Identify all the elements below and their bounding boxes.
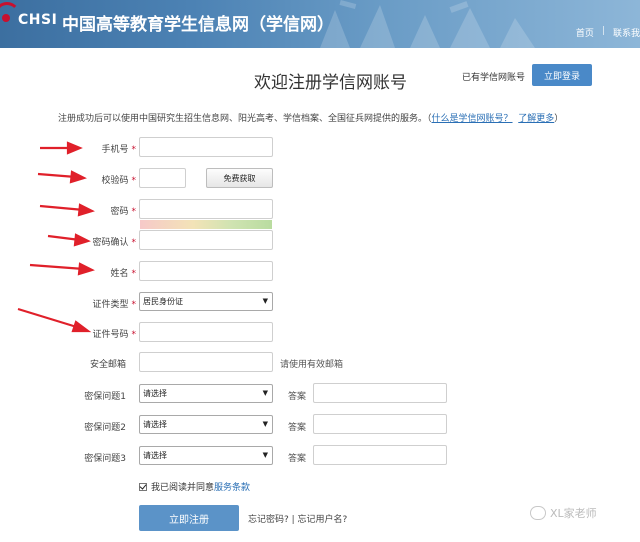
phone-input[interactable] [139, 137, 273, 157]
site-title: 中国高等教育学生信息网（学信网） [62, 15, 334, 35]
answer-1-label: 答案 [288, 392, 307, 402]
nav-home-link[interactable]: 首页 [576, 26, 594, 39]
name-input[interactable] [139, 261, 273, 281]
dropdown-arrow-icon: ▼ [262, 389, 268, 397]
dropdown-arrow-icon: ▼ [262, 451, 268, 459]
watermark: XL家老师 [530, 505, 597, 521]
phone-label-text: 手机号 [101, 145, 129, 155]
id-type-label-text: 证件类型 [92, 300, 129, 310]
answer-1-input[interactable] [313, 383, 447, 403]
required-mark: * [131, 145, 137, 155]
page-title: 欢迎注册学信网账号 [254, 73, 407, 93]
security-question-3-select[interactable]: 请选择 ▼ [139, 446, 273, 465]
password-input[interactable] [139, 199, 273, 219]
id-number-label-text: 证件号码 [92, 330, 129, 340]
answer-2-input[interactable] [313, 414, 447, 434]
security-question-1-select[interactable]: 请选择 ▼ [139, 384, 273, 403]
password-strength-bar [140, 220, 272, 229]
answer-2-label: 答案 [288, 423, 307, 433]
email-label: 安全邮箱 [89, 360, 126, 370]
header-graduation-pattern [320, 0, 535, 48]
id-number-input[interactable] [139, 322, 273, 342]
security-question-1-label: 密保问题1 [84, 392, 126, 402]
select-placeholder: 请选择 [143, 420, 167, 429]
security-question-2-select[interactable]: 请选择 ▼ [139, 415, 273, 434]
id-type-label: 证件类型 * [26, 297, 136, 310]
email-hint: 请使用有效邮箱 [280, 360, 344, 370]
agreement: 我已阅读并同意 服务条款 [139, 480, 250, 493]
id-number-label: 证件号码 * [26, 327, 136, 340]
what-is-account-link[interactable]: 什么是学信网账号？ [432, 114, 513, 124]
get-code-button[interactable]: 免费获取 [206, 168, 273, 188]
site-header: CHSI 中国高等教育学生信息网（学信网） 首页 | 联系我 [0, 0, 640, 48]
login-button[interactable]: 立即登录 [532, 64, 592, 86]
confirm-label: 密码确认 * [26, 235, 136, 248]
nav-separator: | [601, 26, 605, 36]
required-mark: * [131, 207, 137, 217]
required-mark: * [131, 269, 137, 279]
required-mark: * [131, 238, 137, 248]
has-account-text: 已有学信网账号 [462, 73, 526, 83]
name-label-text: 姓名 [110, 269, 129, 279]
code-label-text: 校验码 [101, 176, 129, 186]
terms-link[interactable]: 服务条款 [214, 480, 250, 493]
select-placeholder: 请选择 [143, 389, 167, 398]
id-type-select[interactable]: 居民身份证 ▼ [139, 292, 273, 311]
top-nav: 首页 | 联系我 [576, 26, 640, 39]
name-label: 姓名 * [26, 266, 136, 279]
security-question-2-label: 密保问题2 [84, 423, 126, 433]
logo-text: CHSI [18, 12, 58, 28]
nav-contact-link[interactable]: 联系我 [613, 26, 640, 39]
intro-end: ） [554, 114, 564, 124]
forgot-links[interactable]: 忘记密码? | 忘记用户名? [248, 512, 347, 525]
code-input[interactable] [139, 168, 186, 188]
answer-3-label: 答案 [288, 454, 307, 464]
wechat-icon [530, 506, 546, 520]
required-mark: * [131, 176, 137, 186]
required-mark: * [131, 300, 137, 310]
dropdown-arrow-icon: ▼ [262, 297, 268, 305]
confirm-label-text: 密码确认 [92, 238, 129, 248]
agree-checkbox[interactable] [139, 482, 147, 491]
code-label: 校验码 * [26, 173, 136, 186]
select-placeholder: 请选择 [143, 451, 167, 460]
logo-dot-icon [2, 14, 10, 22]
arrow-id-number [17, 307, 81, 330]
password-label-text: 密码 [110, 207, 129, 217]
password-label: 密码 * [26, 204, 136, 217]
answer-3-input[interactable] [313, 445, 447, 465]
watermark-text: XL家老师 [550, 507, 597, 520]
phone-label: 手机号 * [26, 142, 136, 155]
intro-body: 注册成功后可以使用中国研究生招生信息网、阳光高考、学信档案、全国征兵网提供的服务… [58, 114, 432, 124]
register-button[interactable]: 立即注册 [139, 505, 239, 531]
confirm-password-input[interactable] [139, 230, 273, 250]
agree-text: 我已阅读并同意 [151, 483, 215, 493]
security-question-3-label: 密保问题3 [84, 454, 126, 464]
dropdown-arrow-icon: ▼ [262, 420, 268, 428]
email-input[interactable] [139, 352, 273, 372]
required-mark: * [131, 330, 137, 340]
id-type-value: 居民身份证 [143, 297, 183, 306]
learn-more-link[interactable]: 了解更多 [518, 114, 554, 124]
intro-text: 注册成功后可以使用中国研究生招生信息网、阳光高考、学信档案、全国征兵网提供的服务… [58, 111, 563, 124]
